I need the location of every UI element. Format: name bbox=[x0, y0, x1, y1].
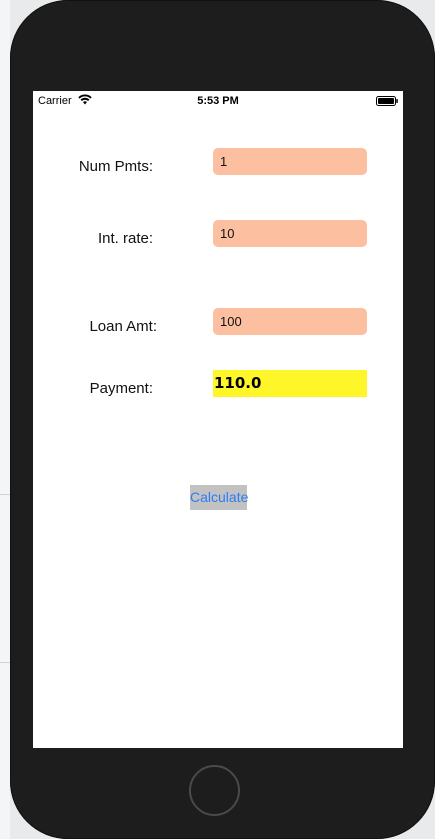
payment-result: 110.0 bbox=[213, 370, 367, 397]
loan-amt-label: Loan Amt: bbox=[89, 318, 157, 335]
battery-icon bbox=[376, 96, 398, 106]
num-pmts-field[interactable] bbox=[213, 148, 367, 175]
loan-amt-field[interactable] bbox=[213, 308, 367, 335]
app-screen: Carrier 5:53 PM Num Pmts: Int. rate: Loa… bbox=[33, 91, 403, 748]
payment-label: Payment: bbox=[89, 380, 153, 397]
int-rate-field[interactable] bbox=[213, 220, 367, 247]
home-button[interactable] bbox=[189, 765, 240, 816]
int-rate-label: Int. rate: bbox=[97, 230, 153, 247]
calculate-button[interactable]: Calculate bbox=[190, 485, 248, 510]
status-time: 5:53 PM bbox=[197, 95, 239, 107]
desktop-divider bbox=[0, 494, 10, 495]
desktop-divider bbox=[0, 662, 10, 663]
num-pmts-label: Num Pmts: bbox=[78, 158, 153, 175]
desktop-background-left bbox=[0, 0, 10, 839]
status-bar: Carrier 5:53 PM bbox=[33, 91, 403, 111]
